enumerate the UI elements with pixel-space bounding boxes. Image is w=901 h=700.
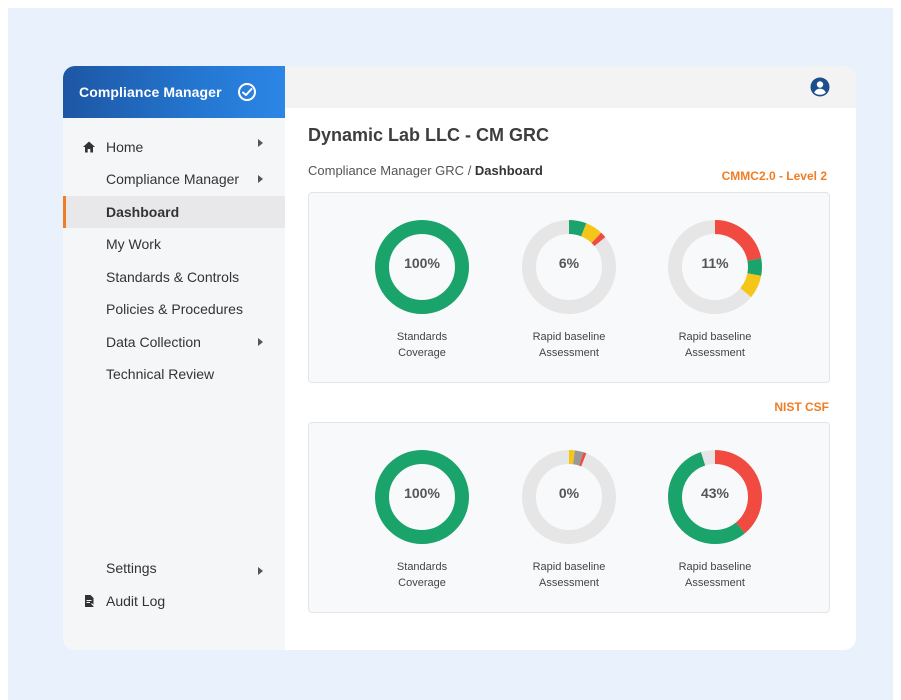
gauge-caption: Rapid baseline Assessment	[519, 329, 619, 361]
sidebar-item-label: Dashboard	[106, 203, 180, 220]
gauge-caption-line: Standards	[396, 561, 448, 573]
gauge-percent: 11%	[701, 255, 729, 271]
gauge-caption-line: Rapid baseline	[532, 561, 606, 573]
gauge-caption-line: Coverage	[398, 347, 446, 359]
gauge-caption-line: Rapid baseline	[678, 561, 752, 573]
sidebar-item-label: Policies & Procedures	[106, 301, 243, 318]
breadcrumb-current: Dashboard	[474, 163, 543, 178]
chevron-right-icon	[258, 175, 263, 184]
sidebar-item-label: Technical Review	[106, 366, 215, 383]
gauge-percent: 43%	[700, 485, 730, 501]
sidebar-item-home[interactable]: Home	[63, 130, 285, 163]
framework-tag: NIST CSF	[774, 400, 829, 414]
donut-gauge[interactable]: 100% Standards Coverage	[372, 447, 472, 591]
check-badge-icon	[238, 83, 256, 101]
sidebar: Compliance Manager Home Compliance Manag…	[63, 66, 285, 650]
donut-gauge[interactable]: 0% Rapid baseline Assessment	[519, 447, 619, 591]
gauge-percent: 6%	[558, 255, 580, 271]
sidebar-item-settings[interactable]: Settings	[63, 552, 285, 585]
sidebar-item-dashboard[interactable]: Dashboard	[63, 195, 285, 228]
donut-gauge[interactable]: 43% Rapid baseline Assessment	[665, 447, 765, 591]
sidebar-item-audit-log[interactable]: Audit Log	[63, 585, 285, 618]
sidebar-item-data-collection[interactable]: Data Collection	[63, 326, 285, 359]
gauge-caption-line: Coverage	[398, 577, 446, 589]
framework-card: 100% Standards Coverage 0% Rapid baseline As…	[308, 422, 830, 613]
breadcrumb-separator: /	[464, 163, 475, 178]
gauge-caption-line: Assessment	[685, 347, 745, 359]
gauge-caption: Standards Coverage	[372, 559, 472, 591]
sidebar-item-label: Standards & Controls	[106, 268, 240, 285]
page-title: Dynamic Lab LLC - CM GRC	[308, 125, 550, 145]
gauge-caption: Rapid baseline Assessment	[519, 559, 619, 591]
sidebar-item-label: Audit Log	[106, 592, 166, 609]
sidebar-item-standards-controls[interactable]: Standards & Controls	[63, 261, 285, 294]
gauge-caption-line: Rapid baseline	[532, 331, 606, 343]
donut-gauge[interactable]: 11% Rapid baseline Assessment	[665, 217, 765, 361]
breadcrumb: Compliance Manager GRC / Dashboard	[308, 163, 543, 178]
gauge-caption-line: Assessment	[685, 577, 745, 589]
gauge-caption: Standards Coverage	[372, 329, 472, 361]
app-window: Compliance Manager Home Compliance Manag…	[63, 66, 856, 650]
breadcrumb-parent[interactable]: Compliance Manager GRC	[308, 163, 464, 178]
sidebar-nav: Home Compliance Manager Dashboard My Wor…	[63, 130, 285, 391]
sidebar-item-label: Compliance Manager	[106, 171, 240, 188]
gauge-caption: Rapid baseline Assessment	[665, 329, 765, 361]
chevron-right-icon	[258, 567, 263, 575]
framework-tag: CMMC2.0 - Level 2	[721, 169, 827, 183]
sidebar-item-label: Home	[106, 138, 144, 155]
sidebar-item-label: Settings	[106, 560, 157, 577]
brand-header: Compliance Manager	[63, 66, 285, 118]
framework-card: 100% Standards Coverage 6% Rapid baseline As…	[308, 192, 830, 383]
sidebar-item-label: Data Collection	[106, 333, 201, 350]
donut-gauge[interactable]: 6% Rapid baseline Assessment	[519, 217, 619, 361]
user-avatar-icon[interactable]	[810, 77, 830, 97]
chevron-right-icon	[258, 337, 263, 346]
sidebar-item-policies-procedures[interactable]: Policies & Procedures	[63, 293, 285, 326]
home-icon	[83, 141, 95, 152]
audit-log-icon	[85, 594, 95, 607]
donut-gauge[interactable]: 100% Standards Coverage	[372, 217, 472, 361]
gauge-caption-line: Rapid baseline	[678, 331, 752, 343]
gauge-percent: 100%	[404, 485, 440, 501]
sidebar-item-compliance-manager[interactable]: Compliance Manager	[63, 163, 285, 196]
gauge-caption-line: Assessment	[539, 347, 599, 359]
main-content: Dynamic Lab LLC - CM GRC Compliance Mana…	[285, 108, 856, 650]
sidebar-item-technical-review[interactable]: Technical Review	[63, 358, 285, 391]
chevron-right-icon	[258, 139, 263, 147]
gauge-caption: Rapid baseline Assessment	[665, 559, 765, 591]
gauge-caption-line: Assessment	[539, 577, 599, 589]
brand-title: Compliance Manager	[79, 84, 222, 100]
gauge-caption-line: Standards	[396, 331, 448, 343]
sidebar-bottom-nav: Settings Audit Log	[63, 552, 285, 617]
top-bar	[285, 66, 856, 108]
gauge-percent: 0%	[558, 485, 580, 501]
sidebar-item-my-work[interactable]: My Work	[63, 228, 285, 261]
sidebar-item-label: My Work	[106, 236, 161, 253]
gauge-percent: 100%	[404, 255, 440, 271]
